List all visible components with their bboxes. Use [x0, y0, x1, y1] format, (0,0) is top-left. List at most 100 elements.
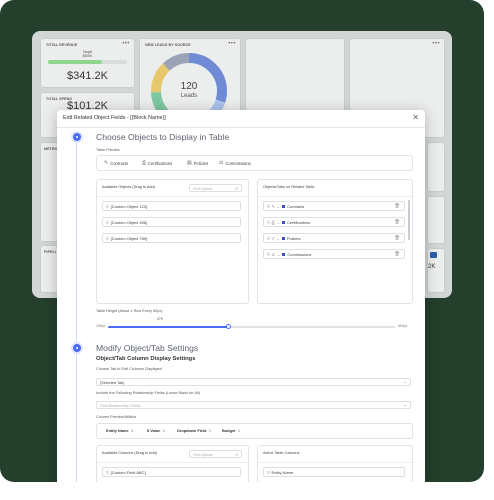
- available-object-item[interactable]: ⠿ {Custom Object 789}: [102, 233, 241, 243]
- tab-label: Certifications: [148, 160, 173, 166]
- column-header[interactable]: Dropdown Field ⇅: [177, 428, 211, 433]
- item-label: Contracts: [287, 203, 305, 209]
- dashboard-card: [427, 142, 445, 192]
- related-object-item[interactable]: ⠿ ⎙ ⌄ Certifications 🗑: [263, 217, 405, 227]
- step-2-heading: Modify Object/Tab Settings: [96, 343, 199, 353]
- chevron-down-icon[interactable]: ⌄: [277, 252, 280, 257]
- policy-icon: ▤: [187, 160, 192, 166]
- chevron-down-icon: ⌄: [403, 402, 407, 407]
- active-column-item[interactable]: ⠿ Entity Name: [263, 467, 405, 477]
- column-label: Dropdown Field: [177, 428, 207, 433]
- drag-handle-icon: ⠿: [267, 203, 270, 209]
- filter-icon: ▽: [271, 235, 275, 241]
- tab-label: Policies: [193, 160, 209, 166]
- item-label: {Custom Field ABC}: [110, 469, 146, 475]
- divider: [258, 462, 412, 463]
- related-object-item[interactable]: ⠿ ▽ ⌄ Policies 🗑: [263, 233, 405, 243]
- app-background: TOTAL REVENUE ••• Target $500K $341.2K T…: [0, 0, 484, 482]
- contract-icon: ✎: [271, 203, 275, 209]
- tab-label: Contracts: [110, 160, 129, 166]
- trash-icon[interactable]: 🗑: [394, 251, 400, 257]
- scale-icon: ⚖: [271, 251, 276, 257]
- total-revenue-card: TOTAL REVENUE ••• Target $500K $341.2K: [40, 38, 135, 88]
- trash-icon[interactable]: 🗑: [394, 203, 400, 209]
- target-value: $500K: [82, 54, 93, 58]
- certificate-icon: ⎙: [142, 160, 147, 166]
- related-object-item[interactable]: ⠿ ✎ ⌄ Contracts 🗑: [263, 201, 405, 211]
- panel-title: Objects/Tabs on Related Table: [263, 185, 315, 189]
- search-icon: ⌕: [235, 451, 238, 457]
- edit-related-fields-modal: Edit Related Object Fields - [{Block Nam…: [57, 110, 425, 482]
- available-columns-panel: Available Columns (Drag to Add) Find Opt…: [96, 445, 249, 482]
- revenue-progress-track: [48, 60, 127, 64]
- chevron-down-icon[interactable]: ⌄: [277, 204, 280, 209]
- available-object-item[interactable]: ⠿ {Custom Object 123}: [102, 201, 241, 211]
- selected-tab-value: {Selected Tab}: [100, 381, 125, 385]
- relationship-fields-select[interactable]: Find Relationship Fields ⌄: [96, 401, 411, 409]
- tab-label: Commissions: [225, 160, 251, 166]
- available-object-item[interactable]: ⠿ {Custom Object 456}: [102, 217, 241, 227]
- step-1-indicator: [73, 133, 81, 141]
- choose-tab-label: Choose Tab to Edit Columns Displayed: [96, 367, 162, 371]
- find-options-search[interactable]: Find Options... ⌕: [189, 184, 242, 192]
- badge-icon: [430, 252, 437, 258]
- chevron-down-icon[interactable]: ⌄: [277, 236, 280, 241]
- more-icon[interactable]: •••: [228, 41, 236, 47]
- column-header[interactable]: $ Value ⇅: [147, 428, 165, 433]
- chevron-down-icon[interactable]: ⌄: [277, 220, 280, 225]
- leads-unit: Leads: [180, 93, 198, 99]
- trash-icon[interactable]: 🗑: [394, 235, 400, 241]
- pipeline-card: PIPELI: [40, 245, 58, 293]
- tab-commissions[interactable]: ⚖ Commissions: [219, 156, 251, 170]
- trash-icon[interactable]: 🗑: [394, 219, 400, 225]
- item-label: Policies: [286, 235, 301, 241]
- slider-handle[interactable]: [226, 324, 232, 329]
- item-label: {Custom Object 789}: [110, 235, 148, 241]
- table-preview-tabs: ✎ Contracts ⎙ Certifications ▤ Policies ⚖ Co…: [96, 155, 413, 171]
- related-object-item[interactable]: ⠿ ⚖ ⌄ Commissions 🗑: [263, 249, 405, 259]
- search-icon: ⌕: [235, 185, 238, 191]
- close-icon[interactable]: ✕: [412, 113, 419, 122]
- more-icon[interactable]: •••: [432, 41, 440, 47]
- slider-max-label: 600px: [398, 324, 408, 328]
- column-header[interactable]: Budget ⇅: [222, 428, 240, 433]
- related-table-objects-panel: Objects/Tabs on Related Table ⠿ ✎ ⌄ Contrac…: [257, 179, 413, 304]
- slider-fill: [108, 326, 229, 328]
- column-preview-bar: Entity Name ⇅ $ Value ⇅ Dropdown Field ⇅ Bu…: [96, 423, 413, 439]
- sort-icon: ⇅: [237, 428, 241, 433]
- dashboard-card: 2K: [427, 248, 445, 293]
- column-label: Entity Name: [106, 428, 129, 433]
- table-height-slider[interactable]: [108, 324, 395, 329]
- choose-tab-select[interactable]: {Selected Tab} ⌄: [96, 378, 411, 386]
- step-rail: [76, 134, 77, 482]
- revenue-value: $341.2K: [67, 70, 108, 82]
- table-preview-label: Table Preview: [96, 148, 120, 152]
- divider: [97, 196, 248, 197]
- more-icon[interactable]: •••: [122, 41, 130, 47]
- panel-title: Available Objects (Drag to Add): [102, 185, 155, 189]
- dashboard-card: [427, 196, 445, 244]
- leads-count: 120: [180, 81, 198, 92]
- revenue-progress-fill: [48, 60, 102, 64]
- color-swatch: [282, 220, 285, 224]
- card-value: 2K: [428, 264, 436, 270]
- available-column-item[interactable]: ⠿ {Custom Field ABC}: [102, 467, 241, 477]
- slider-min-label: 150px: [96, 324, 106, 328]
- drag-handle-icon: ⠿: [267, 219, 270, 225]
- panel-title: Active Table Columns: [263, 451, 300, 455]
- scrollbar[interactable]: [408, 200, 410, 240]
- fields-placeholder: Find Relationship Fields: [100, 404, 141, 408]
- item-label: Commissions: [287, 251, 312, 257]
- tab-certifications[interactable]: ⎙ Certifications: [142, 156, 172, 170]
- scale-icon: ⚖: [219, 160, 224, 166]
- drag-handle-icon: ⠿: [106, 469, 109, 475]
- color-swatch: [281, 236, 285, 240]
- drag-handle-icon: ⠿: [106, 235, 109, 241]
- column-header[interactable]: Entity Name ⇅: [106, 428, 133, 433]
- tab-policies[interactable]: ▤ Policies: [187, 156, 208, 170]
- divider: [258, 196, 412, 197]
- tab-contracts[interactable]: ✎ Contracts: [104, 156, 128, 170]
- chevron-down-icon: ⌄: [403, 379, 407, 384]
- item-label: {Custom Object 456}: [110, 219, 148, 225]
- find-options-search[interactable]: Find Options... ⌕: [189, 450, 242, 458]
